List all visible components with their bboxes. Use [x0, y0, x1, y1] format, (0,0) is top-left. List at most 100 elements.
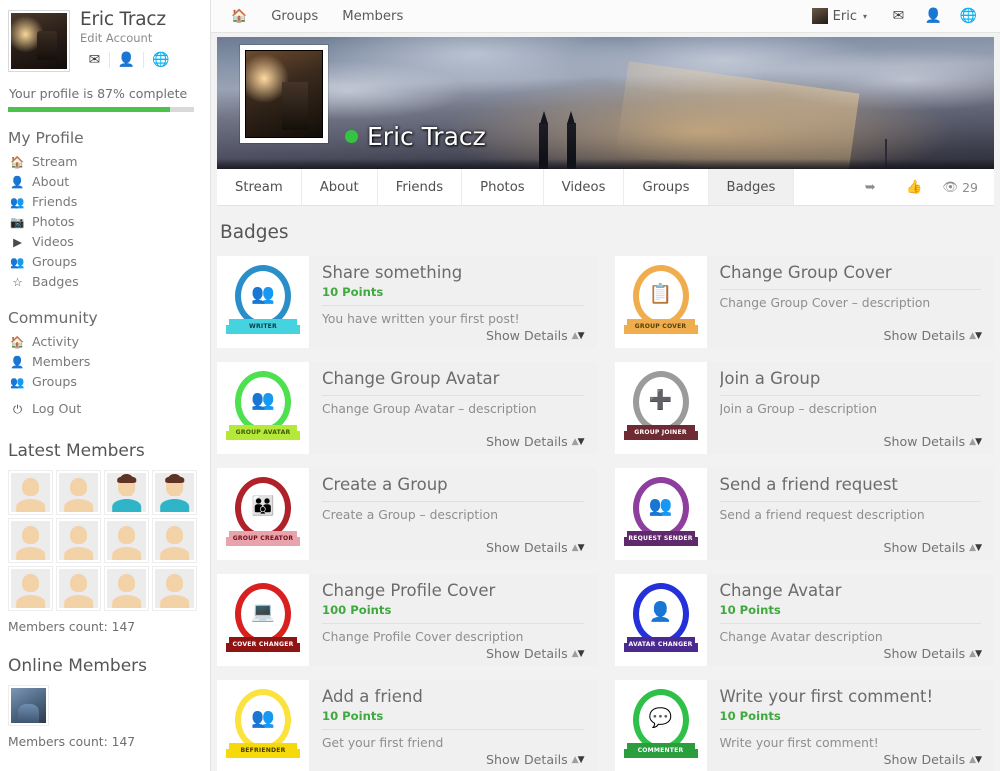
badge-card[interactable]: 💬 COMMENTER Write your first comment! 10 Po… — [614, 680, 994, 771]
tab-about[interactable]: About — [302, 169, 378, 205]
show-details-toggle[interactable]: Show Details ▲▼ — [884, 328, 982, 348]
globe-icon[interactable]: 🌐 — [144, 52, 178, 68]
thumbs-up-icon[interactable]: 👍 — [892, 180, 936, 195]
sidebar-item-stream[interactable]: 🏠 Stream — [8, 152, 202, 172]
badge-card[interactable]: 👤 AVATAR CHANGER Change Avatar 10 Points Cha… — [614, 574, 994, 666]
badge-card[interactable]: 👥 WRITER Share something 10 Points You have … — [217, 256, 597, 348]
profile-display-name-wrap: Eric Tracz — [345, 122, 486, 151]
sidebar-item-about[interactable]: 👤 About — [8, 172, 202, 192]
user-icon[interactable]: 👤 — [916, 8, 951, 24]
badge-glyph-icon: 👥 — [648, 495, 673, 517]
avatar[interactable] — [8, 10, 70, 72]
sidebar-item-videos[interactable]: ▶ Videos — [8, 232, 202, 252]
badge-name: Change Avatar — [719, 581, 842, 600]
sidebar-item-photos[interactable]: 📷 Photos — [8, 212, 202, 232]
member-avatar-image — [59, 569, 98, 608]
sidebar-item-label: Log Out — [32, 401, 82, 416]
sidebar-item-label: Members — [32, 354, 91, 369]
badge-card[interactable]: 📋 GROUP COVER Change Group Cover Change Gro… — [614, 256, 994, 348]
member-avatar-image — [59, 521, 98, 560]
show-details-toggle[interactable]: Show Details ▲▼ — [884, 646, 982, 666]
app-root: Eric Tracz Edit Account ✉ 👤 🌐 Your profi… — [0, 0, 1000, 771]
show-details-toggle[interactable]: Show Details ▲▼ — [884, 540, 982, 560]
badge-card[interactable]: 💻 COVER CHANGER Change Profile Cover 100 Po… — [217, 574, 597, 666]
tab-stream[interactable]: Stream — [217, 169, 302, 205]
sidebar-item-label: Groups — [32, 254, 77, 269]
edit-account-link[interactable]: Edit Account — [80, 31, 178, 45]
badge-card[interactable]: 👥 BEFRIENDER Add a friend 10 Points Get your… — [217, 680, 597, 771]
avatar-neck — [121, 488, 132, 496]
badge-ribbon-label: COMMENTER — [626, 743, 695, 758]
sidebar-item-badges[interactable]: ☆ Badges — [8, 272, 202, 292]
member-avatar[interactable] — [104, 470, 149, 515]
member-avatar-image — [107, 569, 146, 608]
member-avatar[interactable] — [56, 518, 101, 563]
profile-tabs: Stream About Friends Photos Videos Groups Badg… — [217, 169, 994, 206]
badge-description: Send a friend request description — [719, 508, 925, 522]
member-avatar[interactable] — [152, 566, 197, 611]
cover-photo[interactable]: Eric Tracz — [217, 37, 994, 169]
tab-badges[interactable]: Badges — [708, 169, 795, 205]
badge-medal-icon: 📋 GROUP COVER — [624, 263, 698, 341]
show-details-toggle[interactable]: Show Details ▲▼ — [486, 646, 584, 666]
show-details-toggle[interactable]: Show Details ▲▼ — [486, 434, 584, 454]
badge-body: Join a Group Join a Group – description Sh… — [707, 362, 995, 454]
topbar-link-members[interactable]: Members — [330, 0, 415, 33]
badge-card[interactable]: ➕ GROUP JOINER Join a Group Join a Group – … — [614, 362, 995, 454]
user-icon[interactable]: 👤 — [110, 52, 144, 69]
badge-card[interactable]: 👥 REQUEST SENDER Send a friend request Send… — [614, 468, 994, 560]
member-avatar[interactable] — [8, 518, 53, 563]
badge-ribbon-label: GROUP AVATAR — [229, 425, 297, 440]
share-icon[interactable]: ➥ — [848, 180, 892, 195]
show-details-label: Show Details — [883, 646, 966, 661]
badge-name: Share something — [322, 263, 463, 282]
topbar-link-groups[interactable]: Groups — [259, 0, 330, 33]
sidebar-item-friends[interactable]: 👥 Friends — [8, 192, 202, 212]
tab-label: Friends — [395, 179, 444, 195]
member-avatar[interactable] — [152, 518, 197, 563]
sidebar-item-members[interactable]: 👤 Members — [8, 352, 202, 372]
online-member-avatar[interactable] — [8, 685, 49, 726]
envelope-icon[interactable]: ✉ — [80, 52, 110, 69]
member-avatar[interactable] — [104, 566, 149, 611]
sidebar-item-community-groups[interactable]: 👥 Groups — [8, 372, 202, 392]
nav-my-profile: 🏠 Stream 👤 About 👥 Friends 📷 Photos ▶ Videos … — [8, 152, 202, 292]
show-details-toggle[interactable]: Show Details ▲▼ — [884, 434, 982, 454]
show-details-toggle[interactable]: Show Details ▲▼ — [884, 752, 982, 771]
sidebar-item-logout[interactable]: ⏻ Log Out — [8, 399, 202, 419]
show-details-toggle[interactable]: Show Details ▲▼ — [486, 540, 584, 560]
badge-name: Join a Group — [719, 369, 821, 388]
tab-photos[interactable]: Photos — [462, 169, 544, 205]
sidebar-item-label: Groups — [32, 374, 77, 389]
member-avatar[interactable] — [8, 470, 53, 515]
badge-card[interactable]: 👥 GROUP AVATAR Change Group Avatar Change G… — [217, 362, 597, 454]
badge-card[interactable]: 👪 GROUP CREATOR Create a Group Create a Gro… — [217, 468, 597, 560]
envelope-icon[interactable]: ✉ — [881, 8, 916, 24]
badge-body: Create a Group Create a Group – descripti… — [309, 468, 597, 560]
divider — [719, 729, 981, 730]
member-avatar-image — [11, 569, 50, 608]
divider — [719, 289, 981, 290]
chevron-down-icon: ▼ — [577, 436, 585, 447]
sidebar-item-activity[interactable]: 🏠 Activity — [8, 332, 202, 352]
globe-icon[interactable]: 🌐 — [951, 8, 986, 24]
tab-friends[interactable]: Friends — [378, 169, 463, 205]
member-avatar[interactable] — [104, 518, 149, 563]
badge-name: Change Group Avatar — [322, 369, 500, 388]
sidebar-item-groups[interactable]: 👥 Groups — [8, 252, 202, 272]
tab-videos[interactable]: Videos — [544, 169, 625, 205]
member-avatar[interactable] — [56, 566, 101, 611]
tab-groups[interactable]: Groups — [624, 169, 709, 205]
show-details-toggle[interactable]: Show Details ▲▼ — [486, 328, 584, 348]
sidebar-item-label: Videos — [32, 234, 74, 249]
member-avatar[interactable] — [56, 470, 101, 515]
show-details-toggle[interactable]: Show Details ▲▼ — [486, 752, 584, 771]
user-menu[interactable]: Eric ▾ — [811, 8, 881, 24]
member-avatar[interactable] — [8, 566, 53, 611]
divider — [719, 395, 981, 396]
online-members-title: Online Members — [8, 656, 148, 676]
home-icon[interactable]: 🏠 — [225, 9, 259, 24]
profile-avatar[interactable] — [240, 45, 328, 143]
member-avatar[interactable] — [152, 470, 197, 515]
